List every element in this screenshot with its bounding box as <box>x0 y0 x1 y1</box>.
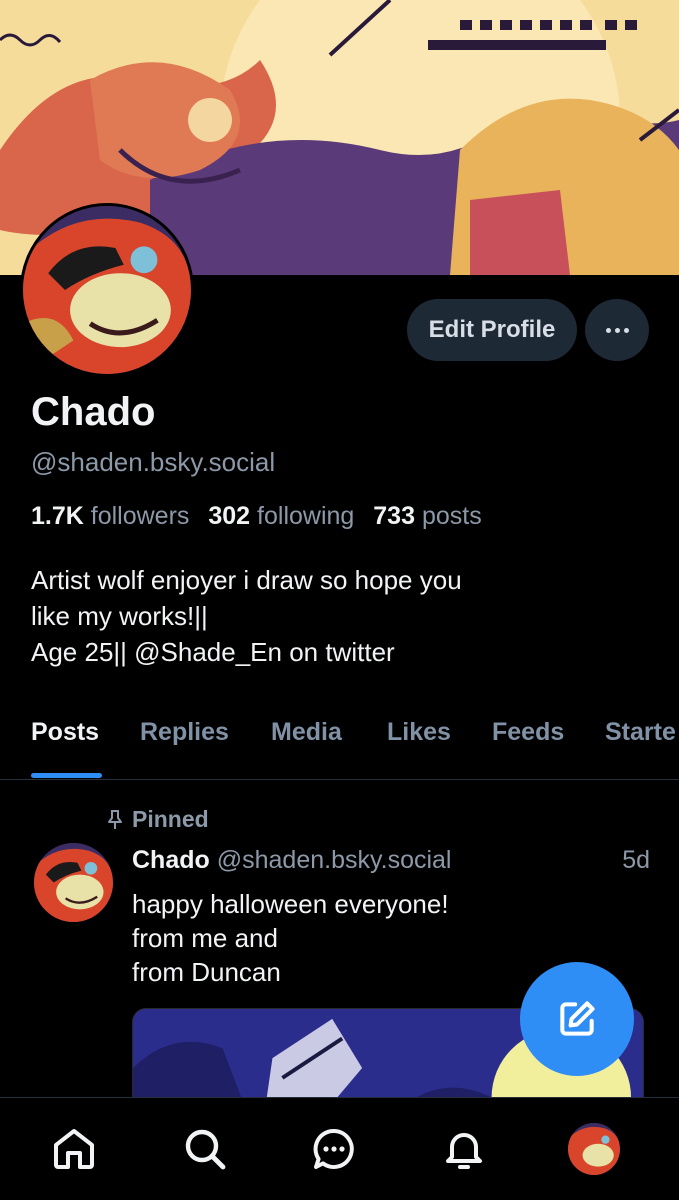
post-author-avatar[interactable] <box>34 843 113 922</box>
bio-line: Artist wolf enjoyer i draw so hope you <box>31 565 462 595</box>
followers-count: 1.7K <box>31 502 84 530</box>
chat-icon <box>313 1128 354 1169</box>
nav-chat[interactable] <box>307 1122 361 1176</box>
edit-profile-button[interactable]: Edit Profile <box>407 299 577 361</box>
profile-bio: Artist wolf enjoyer i draw so hope you l… <box>31 562 631 670</box>
ellipsis-icon <box>605 327 611 333</box>
tab-feeds[interactable]: Feeds <box>492 718 564 747</box>
following-count: 302 <box>208 502 251 530</box>
tab-starter-packs[interactable]: Starte <box>605 718 676 747</box>
profile-stats: 1.7K followers 302 following 733 posts <box>31 502 494 531</box>
posts-label: posts <box>421 502 482 530</box>
nav-notifications[interactable] <box>437 1122 491 1176</box>
pin-icon <box>108 809 122 829</box>
compose-icon <box>560 1001 595 1036</box>
following-label: following <box>257 502 355 530</box>
following-stat[interactable]: 302 following <box>208 502 354 530</box>
bio-line: like my works!|| <box>31 601 208 631</box>
post-author-handle[interactable]: @shaden.bsky.social <box>217 846 452 874</box>
display-name: Chado <box>31 390 156 434</box>
posts-count: 733 <box>373 502 415 530</box>
tab-posts[interactable]: Posts <box>31 718 99 747</box>
post-author-name[interactable]: Chado <box>132 846 210 874</box>
compose-button[interactable] <box>520 962 634 1076</box>
active-tab-indicator <box>31 773 102 778</box>
avatar-artwork <box>568 1123 620 1175</box>
nav-profile[interactable] <box>567 1122 621 1176</box>
more-options-button[interactable] <box>585 299 649 361</box>
bio-line: Age 25|| @Shade_En on twitter <box>31 637 395 667</box>
followers-stat[interactable]: 1.7K followers <box>31 502 189 530</box>
posts-stat: 733 posts <box>373 502 481 530</box>
post-text-line: from Duncan <box>132 957 281 987</box>
avatar-artwork <box>34 843 113 922</box>
post-timestamp[interactable]: 5d <box>622 846 650 875</box>
bottom-navigation <box>0 1097 679 1200</box>
ellipsis-icon <box>623 327 629 333</box>
tab-likes[interactable]: Likes <box>387 718 451 747</box>
followers-label: followers <box>90 502 190 530</box>
bell-icon <box>446 1133 482 1169</box>
avatar-artwork <box>23 206 191 374</box>
profile-avatar[interactable] <box>20 203 194 377</box>
profile-tabs: Posts Replies Media Likes Feeds Starte <box>0 718 679 780</box>
home-icon <box>54 1129 94 1169</box>
nav-search[interactable] <box>178 1122 232 1176</box>
post-text: happy halloween everyone! from me and fr… <box>132 887 449 989</box>
tab-media[interactable]: Media <box>271 718 342 747</box>
ellipsis-icon <box>614 327 620 333</box>
profile-handle: @shaden.bsky.social <box>31 447 276 477</box>
search-icon <box>185 1129 226 1170</box>
avatar <box>568 1123 620 1175</box>
post-text-line: happy halloween everyone! <box>132 889 449 919</box>
nav-home[interactable] <box>47 1122 101 1176</box>
tab-replies[interactable]: Replies <box>140 718 229 747</box>
post-text-line: from me and <box>132 923 278 953</box>
post-header: Chado @shaden.bsky.social <box>132 846 452 875</box>
pinned-label: Pinned <box>132 806 209 832</box>
pinned-indicator: Pinned <box>105 806 209 833</box>
